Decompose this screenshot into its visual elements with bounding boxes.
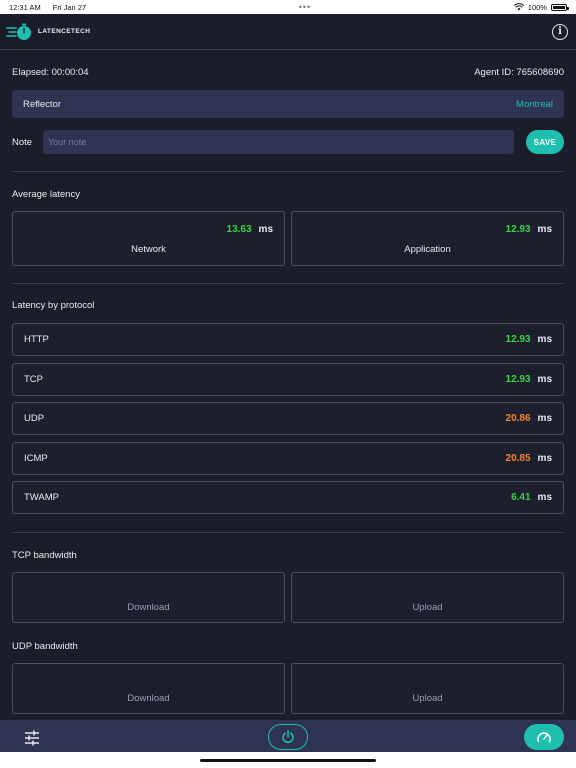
- reflector-value: Montreal: [516, 98, 553, 110]
- latency-unit: ms: [537, 224, 552, 235]
- battery-percent: 100%: [527, 2, 547, 12]
- tcp-download-card: Download: [12, 572, 285, 623]
- average-latency-title: Average latency: [12, 189, 80, 200]
- tcp-upload-label: Upload: [412, 602, 443, 613]
- protocol-unit: ms: [537, 453, 552, 464]
- udp-upload-label: Upload: [412, 693, 443, 704]
- protocol-row-tcp: TCP 12.93 ms: [12, 363, 564, 396]
- protocol-name: TCP: [24, 374, 43, 385]
- app-header: LATENCETECH i: [0, 14, 576, 50]
- wifi-icon: [513, 3, 524, 11]
- udp-bandwidth-title: UDP bandwidth: [12, 641, 78, 652]
- application-latency-value: 12.93 ms: [506, 224, 552, 235]
- brand-name: LATENCETECH: [38, 28, 91, 35]
- elapsed-time: Elapsed: 00:00:04: [12, 67, 89, 78]
- agent-id: Agent ID: 765608690: [474, 67, 564, 78]
- status-left: 12:31 AM Fri Jan 27: [9, 3, 96, 12]
- status-right: 100%: [513, 2, 569, 12]
- protocol-value: 20.85: [505, 453, 531, 464]
- latency-number: 12.93: [505, 224, 531, 235]
- protocol-latency-title: Latency by protocol: [12, 300, 95, 311]
- note-input[interactable]: [43, 130, 514, 154]
- tcp-upload-card: Upload: [291, 572, 564, 623]
- reflector-selector[interactable]: Reflector Montreal: [12, 90, 564, 118]
- protocol-name: ICMP: [24, 453, 48, 464]
- udp-upload-card: Upload: [291, 663, 564, 714]
- protocol-unit: ms: [537, 374, 552, 385]
- status-date: Fri Jan 27: [52, 2, 87, 12]
- multitask-dots[interactable]: •••: [299, 2, 311, 12]
- protocol-value: 6.41: [511, 492, 531, 503]
- protocol-value: 12.93: [505, 374, 531, 385]
- protocol-unit: ms: [537, 334, 552, 345]
- protocol-unit: ms: [537, 413, 552, 424]
- save-button[interactable]: SAVE: [526, 130, 564, 154]
- network-latency-value: 13.63 ms: [227, 224, 273, 235]
- note-row: Note SAVE: [12, 130, 564, 154]
- latency-unit: ms: [258, 224, 273, 235]
- protocol-row-http: HTTP 12.93 ms: [12, 323, 564, 356]
- protocol-unit: ms: [537, 492, 552, 503]
- session-meta: Elapsed: 00:00:04 Agent ID: 765608690: [12, 67, 564, 79]
- protocol-row-twamp: TWAMP 6.41 ms: [12, 481, 564, 514]
- divider: [12, 283, 564, 284]
- udp-download-card: Download: [12, 663, 285, 714]
- home-indicator[interactable]: [200, 759, 376, 762]
- tcp-bandwidth-title: TCP bandwidth: [12, 550, 77, 561]
- latency-number: 13.63: [226, 224, 252, 235]
- application-latency-label: Application: [404, 244, 451, 255]
- protocol-name: TWAMP: [24, 492, 60, 503]
- brand: LATENCETECH: [6, 22, 90, 42]
- battery-icon: [550, 3, 569, 11]
- info-icon[interactable]: i: [552, 23, 568, 40]
- protocol-value: 20.86: [505, 413, 531, 424]
- tcp-download-label: Download: [127, 602, 170, 613]
- divider: [12, 532, 564, 533]
- network-latency-card: 13.63 ms Network: [12, 211, 285, 266]
- protocol-row-udp: UDP 20.86 ms: [12, 402, 564, 435]
- speedometer-icon: [537, 732, 551, 743]
- udp-download-label: Download: [127, 693, 170, 704]
- note-label: Note: [12, 136, 33, 148]
- protocol-name: UDP: [24, 413, 45, 424]
- power-button[interactable]: [268, 724, 308, 750]
- protocol-row-icmp: ICMP 20.85 ms: [12, 442, 564, 475]
- status-bar: 12:31 AM Fri Jan 27 ••• 100%: [0, 0, 576, 14]
- settings-sliders-icon[interactable]: [24, 730, 40, 746]
- protocol-value: 12.93: [505, 334, 531, 345]
- status-time: 12:31 AM: [9, 2, 41, 12]
- latencetech-logo: [6, 23, 31, 40]
- power-icon: [282, 730, 294, 744]
- speedometer-button[interactable]: [524, 724, 564, 750]
- network-latency-label: Network: [131, 244, 166, 255]
- protocol-name: HTTP: [24, 334, 49, 345]
- divider: [12, 171, 564, 172]
- application-latency-card: 12.93 ms Application: [291, 211, 564, 266]
- reflector-label: Reflector: [23, 98, 62, 110]
